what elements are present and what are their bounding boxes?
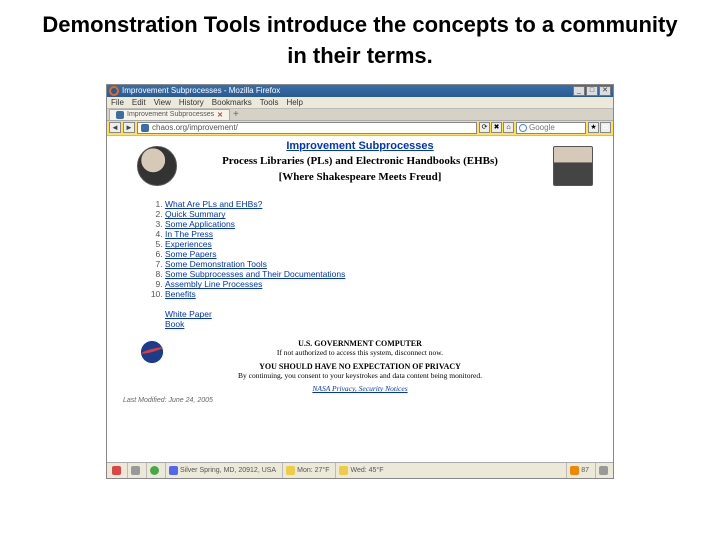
- tab-close-icon[interactable]: ✕: [217, 111, 223, 119]
- weather-icon: [339, 466, 348, 475]
- privacy-link[interactable]: NASA Privacy, Security Notices: [117, 384, 603, 393]
- forward-button[interactable]: ►: [123, 122, 135, 133]
- toc-link-4[interactable]: In The Press: [165, 229, 213, 239]
- status-ext-1[interactable]: [109, 463, 124, 478]
- toc-item: Some Papers: [165, 249, 603, 259]
- minimize-button[interactable]: _: [573, 86, 585, 96]
- firefox-icon: [109, 86, 119, 96]
- toc: What Are PLs and EHBs? Quick Summary Som…: [147, 199, 603, 299]
- menu-history[interactable]: History: [179, 98, 204, 107]
- page-subtitle-1: Process Libraries (PLs) and Electronic H…: [117, 154, 603, 170]
- new-tab-button[interactable]: +: [233, 109, 239, 120]
- stop-button[interactable]: ✖: [491, 122, 502, 133]
- window-controls: _ □ ✕: [573, 86, 611, 96]
- status-ext-4[interactable]: [595, 463, 611, 478]
- freud-portrait-icon: [553, 146, 593, 186]
- reload-button[interactable]: ⟳: [479, 122, 490, 133]
- toc-item: Some Demonstration Tools: [165, 259, 603, 269]
- titlebar: Improvement Subprocesses - Mozilla Firef…: [107, 85, 613, 97]
- toc-link-9[interactable]: Assembly Line Processes: [165, 279, 262, 289]
- notice-line-1: If not authorized to access this system,…: [117, 348, 603, 357]
- weather-icon: [286, 466, 295, 475]
- menu-help[interactable]: Help: [286, 98, 302, 107]
- status-ext-3[interactable]: [146, 463, 162, 478]
- toc-item: Assembly Line Processes: [165, 279, 603, 289]
- white-paper-link[interactable]: White Paper: [165, 309, 603, 319]
- toolbar-extras: ★ ◘: [588, 122, 611, 133]
- gov-notice: U.S. GOVERNMENT COMPUTER If not authoriz…: [117, 339, 603, 393]
- page-title-link[interactable]: Improvement Subprocesses: [286, 140, 433, 152]
- menu-view[interactable]: View: [154, 98, 171, 107]
- tab-label: Improvement Subprocesses: [127, 111, 214, 118]
- slide-title: Demonstration Tools introduce the concep…: [0, 0, 720, 84]
- status-counter[interactable]: 87: [566, 463, 592, 478]
- menu-tools[interactable]: Tools: [260, 98, 279, 107]
- toc-link-1[interactable]: What Are PLs and EHBs?: [165, 199, 262, 209]
- url-text: chaos.org/improvement/: [152, 123, 238, 132]
- toc-item: Quick Summary: [165, 209, 603, 219]
- tabbar: Improvement Subprocesses ✕ +: [107, 109, 613, 121]
- menu-edit[interactable]: Edit: [132, 98, 146, 107]
- toc-item: Benefits: [165, 289, 603, 299]
- browser-window: Improvement Subprocesses - Mozilla Firef…: [106, 84, 614, 479]
- tab-active[interactable]: Improvement Subprocesses ✕: [109, 109, 230, 120]
- bookmark-button[interactable]: ★: [588, 122, 599, 133]
- page-header: Improvement Subprocesses Process Librari…: [117, 140, 603, 186]
- toc-item: Experiences: [165, 239, 603, 249]
- back-button[interactable]: ◄: [109, 122, 121, 133]
- toc-item: In The Press: [165, 229, 603, 239]
- url-favicon-icon: [141, 124, 149, 132]
- toc-link-10[interactable]: Benefits: [165, 289, 196, 299]
- status-counter-text: 87: [581, 467, 589, 474]
- status-ext-2[interactable]: [127, 463, 143, 478]
- url-actions: ⟳ ✖ ⌂: [479, 122, 514, 133]
- url-bar[interactable]: chaos.org/improvement/: [137, 122, 477, 134]
- toc-link-2[interactable]: Quick Summary: [165, 209, 225, 219]
- shakespeare-portrait-icon: [137, 146, 177, 186]
- toc-link-3[interactable]: Some Applications: [165, 219, 235, 229]
- last-modified: Last Modified: June 24, 2005: [117, 397, 603, 404]
- menu-file[interactable]: File: [111, 98, 124, 107]
- google-icon: [519, 124, 527, 132]
- toc-link-6[interactable]: Some Papers: [165, 249, 217, 259]
- notice-heading-2: YOU SHOULD HAVE NO EXPECTATION OF PRIVAC…: [117, 362, 603, 371]
- ext-icon: [150, 466, 159, 475]
- toc-link-7[interactable]: Some Demonstration Tools: [165, 259, 267, 269]
- toc-link-5[interactable]: Experiences: [165, 239, 212, 249]
- close-button[interactable]: ✕: [599, 86, 611, 96]
- location-icon: [169, 466, 178, 475]
- status-weather-1[interactable]: Mon: 27°F: [282, 463, 332, 478]
- toc-item: What Are PLs and EHBs?: [165, 199, 603, 209]
- ext-icon: [112, 466, 121, 475]
- notice-line-2: By continuing, you consent to your keyst…: [117, 371, 603, 380]
- window-title: Improvement Subprocesses - Mozilla Firef…: [122, 86, 573, 95]
- maximize-button[interactable]: □: [586, 86, 598, 96]
- status-location-text: Silver Spring, MD, 20912, USA: [180, 467, 276, 474]
- status-weather-1-text: Mon: 27°F: [297, 467, 329, 474]
- ext-icon: [131, 466, 140, 475]
- nasa-logo-icon: [137, 339, 167, 365]
- supplementary-links: White Paper Book: [165, 309, 603, 329]
- counter-icon: [570, 466, 579, 475]
- menubar: File Edit View History Bookmarks Tools H…: [107, 97, 613, 109]
- page-subtitle-2: [Where Shakespeare Meets Freud]: [117, 170, 603, 186]
- status-location[interactable]: Silver Spring, MD, 20912, USA: [165, 463, 279, 478]
- statusbar: Silver Spring, MD, 20912, USA Mon: 27°F …: [107, 462, 613, 478]
- status-weather-2-text: Wed: 45°F: [350, 467, 383, 474]
- search-placeholder: Google: [529, 123, 555, 132]
- home-button[interactable]: ⌂: [503, 122, 514, 133]
- toc-item: Some Subprocesses and Their Documentatio…: [165, 269, 603, 279]
- toc-item: Some Applications: [165, 219, 603, 229]
- notice-heading-1: U.S. GOVERNMENT COMPUTER: [298, 339, 422, 348]
- navbar: ◄ ► chaos.org/improvement/ ⟳ ✖ ⌂ Google …: [107, 121, 613, 136]
- abp-icon[interactable]: ◘: [600, 122, 611, 133]
- page-content: Improvement Subprocesses Process Librari…: [107, 136, 613, 462]
- search-box[interactable]: Google: [516, 122, 586, 134]
- ext-icon: [599, 466, 608, 475]
- tab-favicon-icon: [116, 111, 124, 119]
- status-weather-2[interactable]: Wed: 45°F: [335, 463, 386, 478]
- book-link[interactable]: Book: [165, 319, 603, 329]
- toc-link-8[interactable]: Some Subprocesses and Their Documentatio…: [165, 269, 345, 279]
- menu-bookmarks[interactable]: Bookmarks: [212, 98, 252, 107]
